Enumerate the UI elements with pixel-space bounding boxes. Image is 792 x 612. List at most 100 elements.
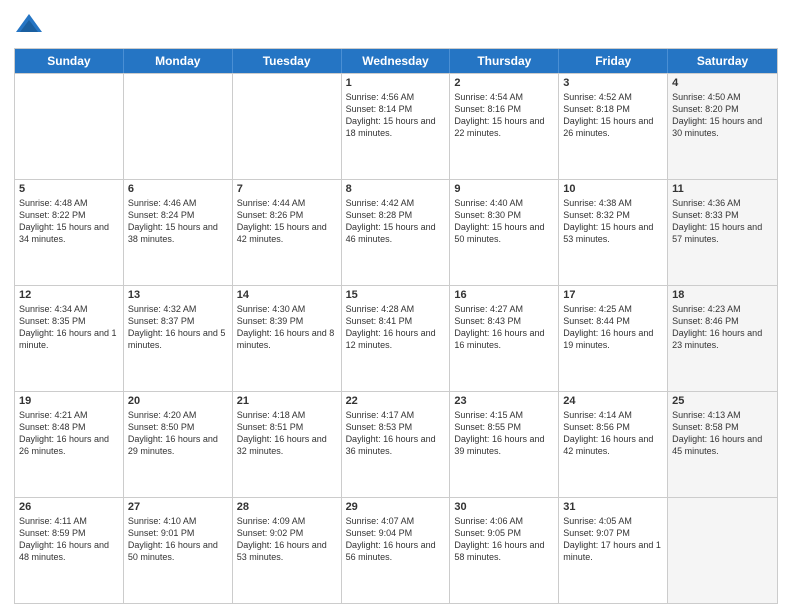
sunrise-text: Sunrise: 4:14 AM	[563, 409, 663, 421]
calendar: SundayMondayTuesdayWednesdayThursdayFrid…	[14, 48, 778, 604]
calendar-header-row: SundayMondayTuesdayWednesdayThursdayFrid…	[15, 49, 777, 73]
sunrise-text: Sunrise: 4:34 AM	[19, 303, 119, 315]
sunset-text: Sunset: 8:46 PM	[672, 315, 773, 327]
calendar-day-6: 6Sunrise: 4:46 AMSunset: 8:24 PMDaylight…	[124, 180, 233, 285]
daylight-text: Daylight: 15 hours and 26 minutes.	[563, 115, 663, 139]
day-number: 30	[454, 501, 554, 513]
day-number: 9	[454, 183, 554, 195]
sunset-text: Sunset: 8:18 PM	[563, 103, 663, 115]
sunrise-text: Sunrise: 4:42 AM	[346, 197, 446, 209]
calendar-day-22: 22Sunrise: 4:17 AMSunset: 8:53 PMDayligh…	[342, 392, 451, 497]
calendar-day-4: 4Sunrise: 4:50 AMSunset: 8:20 PMDaylight…	[668, 74, 777, 179]
calendar-day-16: 16Sunrise: 4:27 AMSunset: 8:43 PMDayligh…	[450, 286, 559, 391]
day-number: 23	[454, 395, 554, 407]
sunrise-text: Sunrise: 4:07 AM	[346, 515, 446, 527]
daylight-text: Daylight: 16 hours and 32 minutes.	[237, 433, 337, 457]
sunset-text: Sunset: 8:35 PM	[19, 315, 119, 327]
daylight-text: Daylight: 16 hours and 48 minutes.	[19, 539, 119, 563]
logo-icon	[14, 10, 44, 40]
header-day-tuesday: Tuesday	[233, 49, 342, 73]
daylight-text: Daylight: 16 hours and 42 minutes.	[563, 433, 663, 457]
calendar-day-14: 14Sunrise: 4:30 AMSunset: 8:39 PMDayligh…	[233, 286, 342, 391]
header	[14, 10, 778, 40]
calendar-day-31: 31Sunrise: 4:05 AMSunset: 9:07 PMDayligh…	[559, 498, 668, 603]
calendar-week-2: 5Sunrise: 4:48 AMSunset: 8:22 PMDaylight…	[15, 179, 777, 285]
calendar-day-empty	[124, 74, 233, 179]
day-number: 6	[128, 183, 228, 195]
calendar-day-empty	[668, 498, 777, 603]
daylight-text: Daylight: 16 hours and 45 minutes.	[672, 433, 773, 457]
daylight-text: Daylight: 15 hours and 57 minutes.	[672, 221, 773, 245]
sunset-text: Sunset: 8:32 PM	[563, 209, 663, 221]
sunset-text: Sunset: 8:55 PM	[454, 421, 554, 433]
sunrise-text: Sunrise: 4:15 AM	[454, 409, 554, 421]
header-day-thursday: Thursday	[450, 49, 559, 73]
daylight-text: Daylight: 15 hours and 38 minutes.	[128, 221, 228, 245]
sunset-text: Sunset: 8:16 PM	[454, 103, 554, 115]
day-number: 7	[237, 183, 337, 195]
daylight-text: Daylight: 16 hours and 23 minutes.	[672, 327, 773, 351]
sunrise-text: Sunrise: 4:52 AM	[563, 91, 663, 103]
calendar-day-5: 5Sunrise: 4:48 AMSunset: 8:22 PMDaylight…	[15, 180, 124, 285]
sunset-text: Sunset: 9:02 PM	[237, 527, 337, 539]
header-day-sunday: Sunday	[15, 49, 124, 73]
sunrise-text: Sunrise: 4:27 AM	[454, 303, 554, 315]
sunset-text: Sunset: 8:14 PM	[346, 103, 446, 115]
sunrise-text: Sunrise: 4:50 AM	[672, 91, 773, 103]
day-number: 16	[454, 289, 554, 301]
sunrise-text: Sunrise: 4:13 AM	[672, 409, 773, 421]
calendar-day-23: 23Sunrise: 4:15 AMSunset: 8:55 PMDayligh…	[450, 392, 559, 497]
daylight-text: Daylight: 16 hours and 1 minute.	[19, 327, 119, 351]
sunset-text: Sunset: 8:51 PM	[237, 421, 337, 433]
sunrise-text: Sunrise: 4:09 AM	[237, 515, 337, 527]
day-number: 27	[128, 501, 228, 513]
day-number: 29	[346, 501, 446, 513]
day-number: 14	[237, 289, 337, 301]
sunset-text: Sunset: 9:01 PM	[128, 527, 228, 539]
sunrise-text: Sunrise: 4:23 AM	[672, 303, 773, 315]
day-number: 12	[19, 289, 119, 301]
day-number: 22	[346, 395, 446, 407]
daylight-text: Daylight: 16 hours and 8 minutes.	[237, 327, 337, 351]
daylight-text: Daylight: 16 hours and 36 minutes.	[346, 433, 446, 457]
calendar-day-2: 2Sunrise: 4:54 AMSunset: 8:16 PMDaylight…	[450, 74, 559, 179]
header-day-saturday: Saturday	[668, 49, 777, 73]
sunset-text: Sunset: 8:28 PM	[346, 209, 446, 221]
sunset-text: Sunset: 8:33 PM	[672, 209, 773, 221]
calendar-day-10: 10Sunrise: 4:38 AMSunset: 8:32 PMDayligh…	[559, 180, 668, 285]
sunrise-text: Sunrise: 4:05 AM	[563, 515, 663, 527]
day-number: 25	[672, 395, 773, 407]
day-number: 1	[346, 77, 446, 89]
sunrise-text: Sunrise: 4:56 AM	[346, 91, 446, 103]
sunrise-text: Sunrise: 4:48 AM	[19, 197, 119, 209]
sunrise-text: Sunrise: 4:17 AM	[346, 409, 446, 421]
sunrise-text: Sunrise: 4:20 AM	[128, 409, 228, 421]
daylight-text: Daylight: 15 hours and 34 minutes.	[19, 221, 119, 245]
sunset-text: Sunset: 8:44 PM	[563, 315, 663, 327]
day-number: 11	[672, 183, 773, 195]
daylight-text: Daylight: 15 hours and 18 minutes.	[346, 115, 446, 139]
daylight-text: Daylight: 16 hours and 58 minutes.	[454, 539, 554, 563]
sunset-text: Sunset: 8:50 PM	[128, 421, 228, 433]
sunrise-text: Sunrise: 4:30 AM	[237, 303, 337, 315]
header-day-monday: Monday	[124, 49, 233, 73]
sunset-text: Sunset: 8:48 PM	[19, 421, 119, 433]
sunrise-text: Sunrise: 4:54 AM	[454, 91, 554, 103]
sunrise-text: Sunrise: 4:25 AM	[563, 303, 663, 315]
sunset-text: Sunset: 8:59 PM	[19, 527, 119, 539]
calendar-week-4: 19Sunrise: 4:21 AMSunset: 8:48 PMDayligh…	[15, 391, 777, 497]
daylight-text: Daylight: 16 hours and 26 minutes.	[19, 433, 119, 457]
sunset-text: Sunset: 9:05 PM	[454, 527, 554, 539]
calendar-day-30: 30Sunrise: 4:06 AMSunset: 9:05 PMDayligh…	[450, 498, 559, 603]
sunset-text: Sunset: 9:04 PM	[346, 527, 446, 539]
sunrise-text: Sunrise: 4:38 AM	[563, 197, 663, 209]
day-number: 4	[672, 77, 773, 89]
calendar-day-9: 9Sunrise: 4:40 AMSunset: 8:30 PMDaylight…	[450, 180, 559, 285]
sunrise-text: Sunrise: 4:28 AM	[346, 303, 446, 315]
daylight-text: Daylight: 15 hours and 30 minutes.	[672, 115, 773, 139]
daylight-text: Daylight: 15 hours and 50 minutes.	[454, 221, 554, 245]
daylight-text: Daylight: 16 hours and 5 minutes.	[128, 327, 228, 351]
calendar-day-19: 19Sunrise: 4:21 AMSunset: 8:48 PMDayligh…	[15, 392, 124, 497]
header-day-wednesday: Wednesday	[342, 49, 451, 73]
calendar-day-11: 11Sunrise: 4:36 AMSunset: 8:33 PMDayligh…	[668, 180, 777, 285]
